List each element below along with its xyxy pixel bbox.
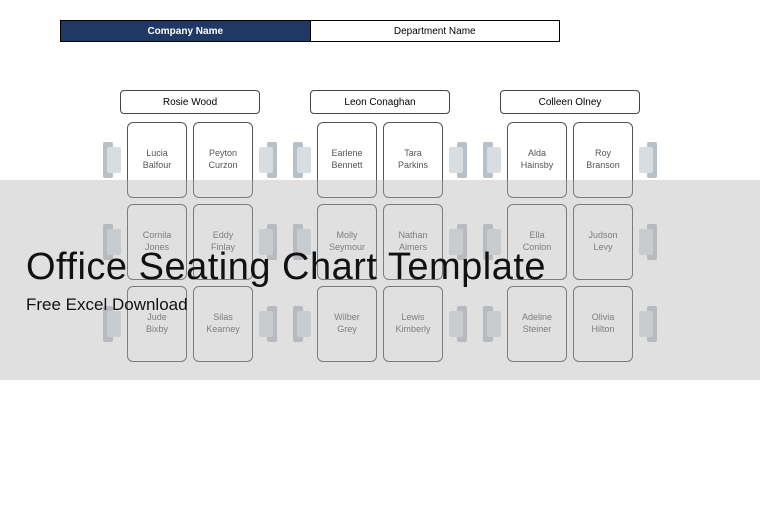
cluster-title: Leon Conaghan [310, 90, 450, 114]
cluster-title: Rosie Wood [120, 90, 260, 114]
chair-icon [639, 142, 657, 178]
chair-icon [449, 142, 467, 178]
chair-icon [259, 142, 277, 178]
chair-icon [483, 142, 501, 178]
overlay-text: Office Seating Chart Template Free Excel… [26, 246, 546, 315]
chair-icon [103, 142, 121, 178]
header-bar: Company Name Department Name [60, 20, 560, 42]
department-name-cell: Department Name [311, 21, 560, 41]
cluster-title: Colleen Olney [500, 90, 640, 114]
chair-icon [293, 142, 311, 178]
overlay-title: Office Seating Chart Template [26, 246, 546, 289]
overlay-subtitle: Free Excel Download [26, 295, 546, 315]
company-name-cell: Company Name [61, 21, 311, 41]
